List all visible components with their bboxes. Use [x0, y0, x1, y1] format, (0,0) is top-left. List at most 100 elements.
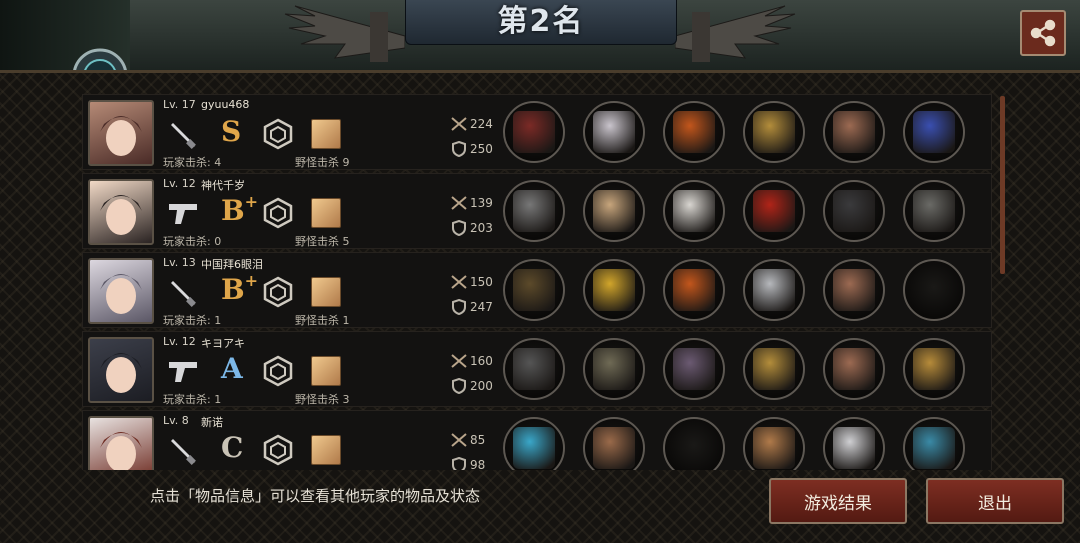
defense-stat: 200: [451, 378, 493, 394]
player-level: Lv. 17: [163, 98, 196, 111]
swords-icon: [451, 354, 467, 368]
item-slot[interactable]: [503, 338, 565, 400]
monster-kills: 野怪击杀 5: [295, 235, 350, 248]
bullet-belt-icon: [833, 111, 875, 153]
player-avatar[interactable]: [88, 100, 154, 166]
item-slot[interactable]: [823, 417, 885, 470]
item-slot[interactable]: [663, 417, 725, 470]
mask-icon: [593, 111, 635, 153]
item-slot[interactable]: [903, 180, 965, 242]
knife-icon: [167, 117, 201, 151]
player-avatar[interactable]: [88, 258, 154, 324]
item-slot[interactable]: [743, 417, 805, 470]
item-slot[interactable]: [583, 259, 645, 321]
crossbow-icon: [513, 111, 555, 153]
item-slot[interactable]: [503, 101, 565, 163]
item-slot[interactable]: [583, 180, 645, 242]
player-row[interactable]: Lv. 8 新诺 C 85 98: [82, 410, 992, 470]
item-slot[interactable]: [583, 338, 645, 400]
pet-icon: [309, 433, 343, 467]
player-level: Lv. 12: [163, 335, 196, 348]
pistol-icon: [167, 354, 201, 388]
item-slot[interactable]: [903, 259, 965, 321]
player-name: 新诺: [201, 416, 223, 429]
player-kills: 玩家击杀: 1: [163, 314, 222, 327]
triangle-badge-icon: [261, 275, 295, 309]
gold-crate-icon: [913, 348, 955, 390]
knife-icon: [167, 433, 201, 467]
attack-stat: 85: [451, 433, 485, 447]
rank-grade: B+: [221, 192, 259, 227]
knife-icon: [167, 275, 201, 309]
item-slot[interactable]: [743, 338, 805, 400]
game-result-button[interactable]: 游戏结果: [769, 478, 907, 524]
shield-gold-icon: [753, 111, 795, 153]
item-slot[interactable]: [663, 338, 725, 400]
item-slot[interactable]: [903, 417, 965, 470]
defense-stat: 98: [451, 457, 485, 470]
item-slot[interactable]: [823, 259, 885, 321]
player-level: Lv. 13: [163, 256, 196, 269]
item-slot[interactable]: [823, 101, 885, 163]
player-row[interactable]: Lv. 17 gyuu468 S 玩家击杀: 4 野怪击杀 9 224 250: [82, 94, 992, 170]
crown-icon: [593, 269, 635, 311]
player-avatar[interactable]: [88, 179, 154, 245]
red-jewel-icon: [753, 190, 795, 232]
item-slot[interactable]: [503, 259, 565, 321]
rank-grade: A: [221, 352, 243, 385]
exit-button[interactable]: 退出: [926, 478, 1064, 524]
item-slot[interactable]: [903, 338, 965, 400]
helmet-icon: [593, 348, 635, 390]
player-row[interactable]: Lv. 12 キヨアキ A 玩家击杀: 1 野怪击杀 3 160 200: [82, 331, 992, 407]
player-row[interactable]: Lv. 12 神代千岁 B+ 玩家击杀: 0 野怪击杀 5 139 203: [82, 173, 992, 249]
item-slot[interactable]: [743, 101, 805, 163]
silver-disc-icon: [753, 269, 795, 311]
player-level: Lv. 12: [163, 177, 196, 190]
player-kills: 玩家击杀: 0: [163, 235, 222, 248]
item-slot[interactable]: [503, 180, 565, 242]
swords-icon: [451, 433, 467, 447]
player-name: 中国拜6眼泪: [201, 258, 263, 271]
attack-stat: 160: [451, 354, 493, 368]
swords-icon: [451, 275, 467, 289]
item-slot[interactable]: [583, 101, 645, 163]
item-slot[interactable]: [743, 180, 805, 242]
player-avatar[interactable]: [88, 337, 154, 403]
wing-ornament-right: [675, 5, 796, 62]
rank-grade: B+: [221, 271, 259, 306]
wing-ornament-left: [284, 5, 405, 62]
player-avatar[interactable]: [88, 416, 154, 470]
gauntlet-black-icon: [833, 190, 875, 232]
player-name: gyuu468: [201, 98, 250, 111]
cube-badge-icon: [261, 196, 295, 230]
item-slot[interactable]: [823, 338, 885, 400]
scrollbar[interactable]: [1000, 96, 1005, 274]
item-slot[interactable]: [583, 417, 645, 470]
attack-value: 224: [470, 117, 493, 131]
galaxy-orb-icon: [913, 111, 955, 153]
player-kills: 玩家击杀: 4: [163, 156, 222, 169]
item-slot[interactable]: [823, 180, 885, 242]
player-level: Lv. 8: [163, 414, 189, 427]
shield-icon: [452, 141, 466, 157]
attack-value: 85: [470, 433, 486, 447]
title-plate: 第2名: [405, 0, 677, 45]
defense-value: 98: [470, 458, 486, 470]
swords-icon: [451, 117, 467, 131]
swords-icon: [451, 196, 467, 210]
shield-gold-icon: [753, 348, 795, 390]
armor-purple-icon: [673, 348, 715, 390]
bandage-head-icon: [593, 190, 635, 232]
item-slot[interactable]: [743, 259, 805, 321]
item-slot[interactable]: [663, 259, 725, 321]
player-kills: 玩家击杀: 1: [163, 393, 222, 406]
rank-grade: S: [221, 115, 242, 148]
hint-text: 点击「物品信息」可以查看其他玩家的物品及状态: [150, 487, 481, 505]
player-row[interactable]: Lv. 13 中国拜6眼泪 B+ 玩家击杀: 1 野怪击杀 1 150 247: [82, 252, 992, 328]
item-slot[interactable]: [663, 101, 725, 163]
share-button[interactable]: [1020, 10, 1066, 56]
item-slot[interactable]: [503, 417, 565, 470]
item-slot[interactable]: [903, 101, 965, 163]
player-list[interactable]: Lv. 17 gyuu468 S 玩家击杀: 4 野怪击杀 9 224 250 Lv. 12 神…: [82, 94, 992, 470]
item-slot[interactable]: [663, 180, 725, 242]
